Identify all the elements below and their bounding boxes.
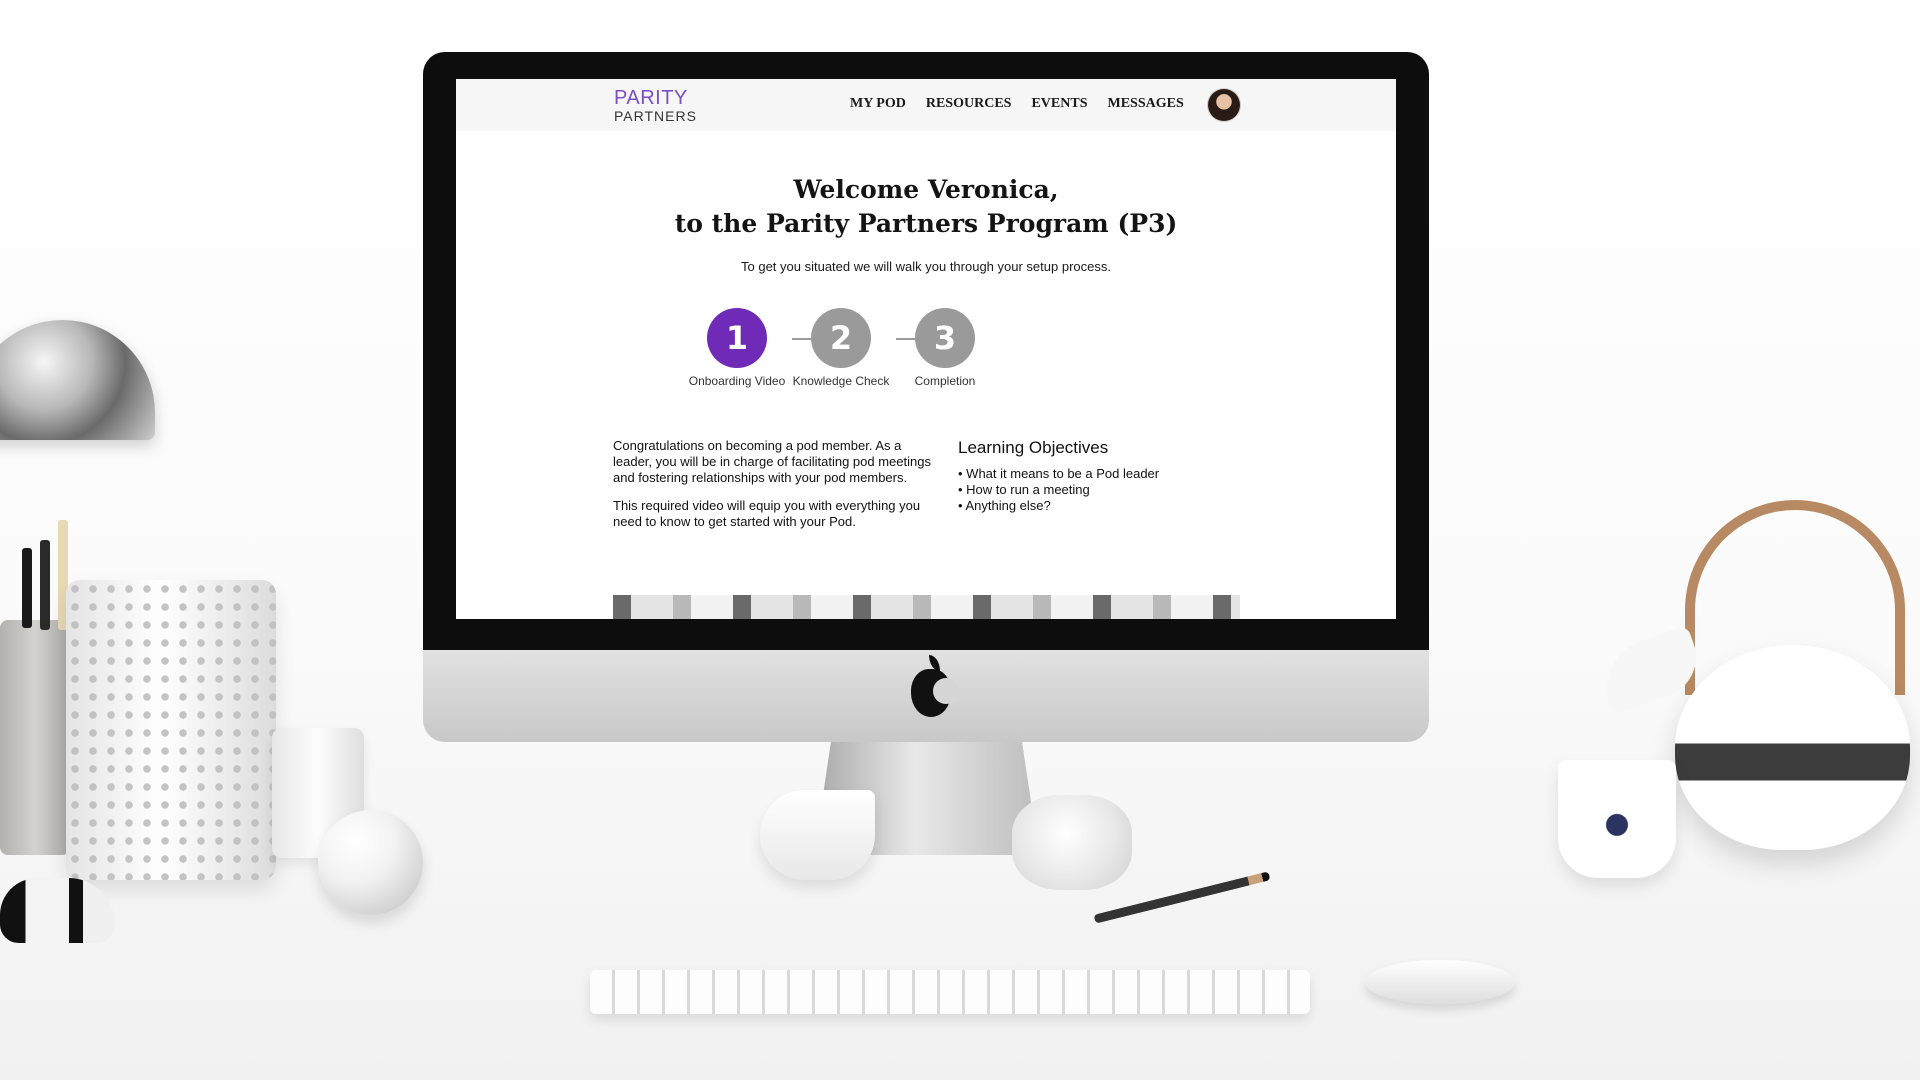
logo-line-2: PARTNERS [614, 108, 697, 124]
mouse [1365, 960, 1515, 1004]
welcome-line-1: Welcome Veronica, [793, 175, 1059, 204]
learning-objectives: Learning Objectives What it means to be … [958, 438, 1198, 514]
welcome-line-2: to the Parity Partners Program (P3) [674, 209, 1178, 238]
pencil [1093, 871, 1271, 924]
nav-my-pod[interactable]: MY POD [850, 96, 906, 112]
objectives-list: What it means to be a Pod leader How to … [958, 466, 1198, 514]
perforated-vase [66, 580, 276, 880]
step-onboarding-video[interactable]: 1 Onboarding Video [682, 308, 792, 388]
intro-copy: Congratulations on becoming a pod member… [613, 438, 931, 542]
step-number-3: 3 [915, 308, 975, 368]
desk-lamp [0, 320, 155, 440]
keyboard [590, 970, 1310, 1014]
step-number-1: 1 [707, 308, 767, 368]
nav-events[interactable]: EVENTS [1031, 96, 1087, 112]
nav-messages[interactable]: MESSAGES [1107, 96, 1183, 112]
apple-logo-icon [911, 655, 959, 717]
glass-ball [318, 810, 423, 915]
panda-figurine [0, 878, 115, 943]
desk-scene: PARITY PARTNERS MY POD RESOURCES EVENTS … [0, 0, 1920, 1080]
objective-item: Anything else? [958, 498, 1198, 514]
step-label-1: Onboarding Video [688, 374, 786, 388]
learning-objectives-title: Learning Objectives [958, 438, 1109, 457]
main-nav: MY POD RESOURCES EVENTS MESSAGES [850, 96, 1184, 112]
nav-resources[interactable]: RESOURCES [926, 96, 1012, 112]
logo-line-1: PARITY [614, 87, 688, 109]
site-header: PARITY PARTNERS MY POD RESOURCES EVENTS … [456, 79, 1396, 131]
intro-text: To get you situated we will walk you thr… [741, 259, 1111, 274]
crumpled-paper [1012, 795, 1132, 890]
step-label-2: Knowledge Check [792, 374, 890, 388]
parity-partners-logo[interactable]: PARITY PARTNERS [614, 88, 697, 123]
objective-item: How to run a meeting [958, 482, 1198, 498]
pen-cup [0, 620, 70, 855]
onboarding-video-thumbnail[interactable] [613, 595, 1240, 619]
website-screen: PARITY PARTNERS MY POD RESOURCES EVENTS … [456, 79, 1396, 619]
objective-item: What it means to be a Pod leader [958, 466, 1198, 482]
step-knowledge-check[interactable]: 2 Knowledge Check [786, 308, 896, 388]
user-avatar-icon[interactable] [1208, 89, 1240, 121]
tea-cup [1558, 760, 1676, 878]
welcome-heading: Welcome Veronica, to the Parity Partners… [456, 173, 1396, 241]
step-number-2: 2 [811, 308, 871, 368]
setup-stepper: 1 Onboarding Video 2 Knowledge Check 3 C… [456, 308, 1396, 408]
video-paragraph: This required video will equip you with … [613, 498, 921, 529]
teapot [1675, 645, 1910, 850]
step-label-3: Completion [914, 374, 976, 388]
bird-figurine [760, 790, 875, 880]
step-completion[interactable]: 3 Completion [890, 308, 1000, 388]
congrats-paragraph: Congratulations on becoming a pod member… [613, 438, 931, 485]
